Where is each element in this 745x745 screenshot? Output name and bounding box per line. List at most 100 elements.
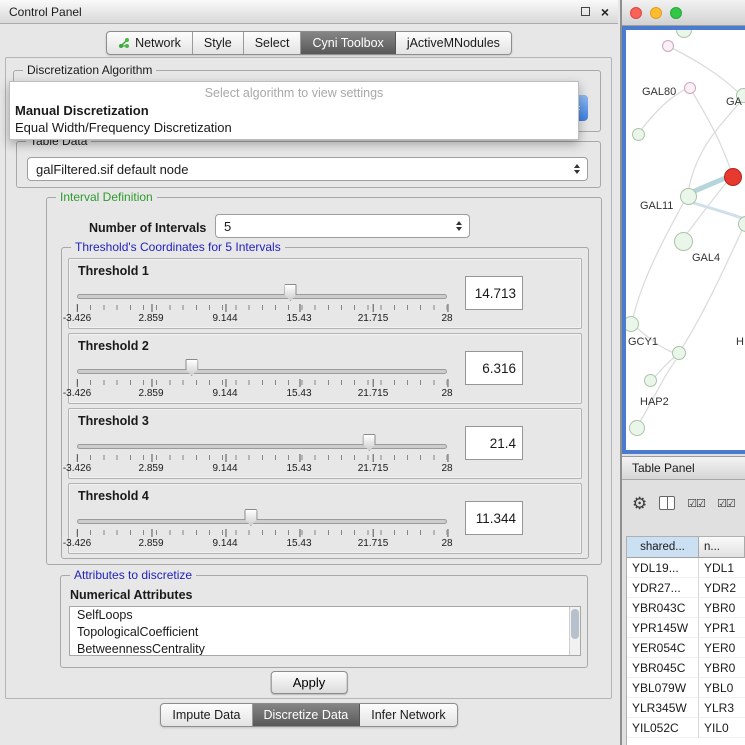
scrollbar-thumb[interactable] <box>571 609 579 639</box>
table-cell[interactable]: YBL0 <box>699 678 745 698</box>
list-scrollbar[interactable] <box>569 607 580 655</box>
table-cell[interactable]: YLR3 <box>699 698 745 718</box>
slider-track[interactable] <box>77 369 447 374</box>
list-item[interactable]: BetweennessCentrality <box>70 641 580 656</box>
table-cell[interactable]: YDL1 <box>699 558 745 578</box>
table-cell[interactable]: YDR27... <box>627 578 699 598</box>
select-rows-icon[interactable]: ☑☑ <box>717 497 735 510</box>
columns-icon[interactable] <box>659 496 675 510</box>
close-icon[interactable]: × <box>601 7 609 17</box>
network-node[interactable] <box>662 40 674 52</box>
table-header-cell[interactable]: shared... <box>627 537 699 558</box>
select-columns-icon[interactable]: ☑☑ <box>687 497 705 510</box>
tab-style[interactable]: Style <box>193 32 244 54</box>
scale-label: 9.144 <box>212 463 237 474</box>
table-cell[interactable]: YIL0 <box>699 718 745 738</box>
scale-label: -3.426 <box>63 538 91 549</box>
table-cell[interactable]: YIL052C <box>627 718 699 738</box>
table-cell[interactable]: YPR1 <box>699 618 745 638</box>
network-node[interactable] <box>680 188 697 205</box>
tab-network[interactable]: Network <box>107 32 193 54</box>
number-of-intervals-label: Number of Intervals <box>89 221 206 235</box>
group-title: Threshold's Coordinates for 5 Intervals <box>71 240 285 254</box>
slider-ticks <box>77 380 447 385</box>
table-cell[interactable]: YBR0 <box>699 658 745 678</box>
threshold-label: Threshold 4 <box>78 489 149 503</box>
table-header: shared... n... <box>627 537 745 558</box>
threshold-slider[interactable]: -3.426 2.859 9.144 15.43 21.715 28 <box>77 437 447 477</box>
threshold-row-4: Threshold 4 -3.426 2.859 9.144 15.43 21.… <box>68 483 582 554</box>
tab-impute-data[interactable]: Impute Data <box>161 704 252 726</box>
table-cell[interactable]: YBR043C <box>627 598 699 618</box>
threshold-value[interactable]: 11.344 <box>465 501 523 535</box>
float-window-icon[interactable] <box>581 7 590 16</box>
threshold-slider[interactable]: -3.426 2.859 9.144 15.43 21.715 28 <box>77 362 447 402</box>
tab-label: jActiveMNodules <box>407 36 500 50</box>
network-node[interactable] <box>632 128 645 141</box>
table-cell[interactable]: YER054C <box>627 638 699 658</box>
table-cell[interactable]: YER0 <box>699 638 745 658</box>
table-cell[interactable]: YDL19... <box>627 558 699 578</box>
tab-discretize-data[interactable]: Discretize Data <box>253 704 361 726</box>
network-canvas[interactable]: GAL80 GA GAL11 GAL4 GCY1 H HAP2 <box>626 30 745 450</box>
table-row[interactable]: YIL052C YIL0 <box>627 718 745 738</box>
list-item[interactable]: SelfLoops <box>70 607 580 624</box>
popup-option-manual[interactable]: Manual Discretization <box>10 102 578 119</box>
threshold-slider[interactable]: -3.426 2.859 9.144 15.43 21.715 28 <box>77 287 447 327</box>
threshold-value[interactable]: 21.4 <box>465 426 523 460</box>
network-node[interactable] <box>674 232 693 251</box>
table-row[interactable]: YDL19... YDL1 <box>627 558 745 578</box>
table-panel-titlebar: Table Panel <box>622 456 745 480</box>
popup-option-equal-width[interactable]: Equal Width/Frequency Discretization <box>10 119 578 136</box>
tab-jactivemnodules[interactable]: jActiveMNodules <box>396 32 511 54</box>
network-node[interactable] <box>644 374 657 387</box>
table-cell[interactable]: YBR0 <box>699 598 745 618</box>
table-row[interactable]: YDR27... YDR2 <box>627 578 745 598</box>
scale-label: 21.715 <box>358 463 389 474</box>
tab-cyni-toolbox[interactable]: Cyni Toolbox <box>301 32 395 54</box>
table-cell[interactable]: YLR345W <box>627 698 699 718</box>
table-data-combo[interactable]: galFiltered.sif default node <box>27 157 588 181</box>
table-cell[interactable]: YPR145W <box>627 618 699 638</box>
control-panel-window: Control Panel × Network Style Select <box>0 0 618 745</box>
apply-button[interactable]: Apply <box>271 671 348 694</box>
threshold-row-3: Threshold 3 -3.426 2.859 9.144 15.43 21.… <box>68 408 582 479</box>
tab-infer-network[interactable]: Infer Network <box>360 704 456 726</box>
table-row[interactable]: YBR045C YBR0 <box>627 658 745 678</box>
table-row[interactable]: YBR043C YBR0 <box>627 598 745 618</box>
zoom-light-icon[interactable] <box>670 7 682 19</box>
tab-label: Cyni Toolbox <box>312 36 383 50</box>
slider-track[interactable] <box>77 519 447 524</box>
table-row[interactable]: YBL079W YBL0 <box>627 678 745 698</box>
threshold-label: Threshold 2 <box>78 339 149 353</box>
table-cell[interactable]: YBL079W <box>627 678 699 698</box>
gear-icon[interactable]: ⚙ <box>632 495 647 512</box>
threshold-value[interactable]: 6.316 <box>465 351 523 385</box>
table-row[interactable]: YPR145W YPR1 <box>627 618 745 638</box>
number-of-intervals-combo[interactable]: 5 <box>215 214 470 238</box>
threshold-value[interactable]: 14.713 <box>465 276 523 310</box>
tab-label: Impute Data <box>172 708 240 722</box>
network-node-selected[interactable] <box>724 168 742 186</box>
table-header-cell[interactable]: n... <box>699 537 745 558</box>
close-light-icon[interactable] <box>630 7 642 19</box>
network-node[interactable] <box>684 82 696 94</box>
list-item[interactable]: TopologicalCoefficient <box>70 624 580 641</box>
threshold-slider[interactable]: -3.426 2.859 9.144 15.43 21.715 28 <box>77 512 447 552</box>
network-node[interactable] <box>672 346 686 360</box>
table-row[interactable]: YLR345W YLR3 <box>627 698 745 718</box>
threshold-row-1: Threshold 1 -3.426 2.859 9.144 15.43 21.… <box>68 258 582 329</box>
network-node[interactable] <box>629 420 645 436</box>
node-label: GA <box>726 96 742 108</box>
combo-arrows-icon <box>567 164 587 174</box>
scale-label: -3.426 <box>63 388 91 399</box>
scale-label: 28 <box>441 463 452 474</box>
minimize-light-icon[interactable] <box>650 7 662 19</box>
table-cell[interactable]: YBR045C <box>627 658 699 678</box>
attributes-list[interactable]: SelfLoops TopologicalCoefficient Between… <box>69 606 581 656</box>
slider-track[interactable] <box>77 294 447 299</box>
slider-track[interactable] <box>77 444 447 449</box>
table-cell[interactable]: YDR2 <box>699 578 745 598</box>
table-row[interactable]: YER054C YER0 <box>627 638 745 658</box>
tab-select[interactable]: Select <box>244 32 302 54</box>
